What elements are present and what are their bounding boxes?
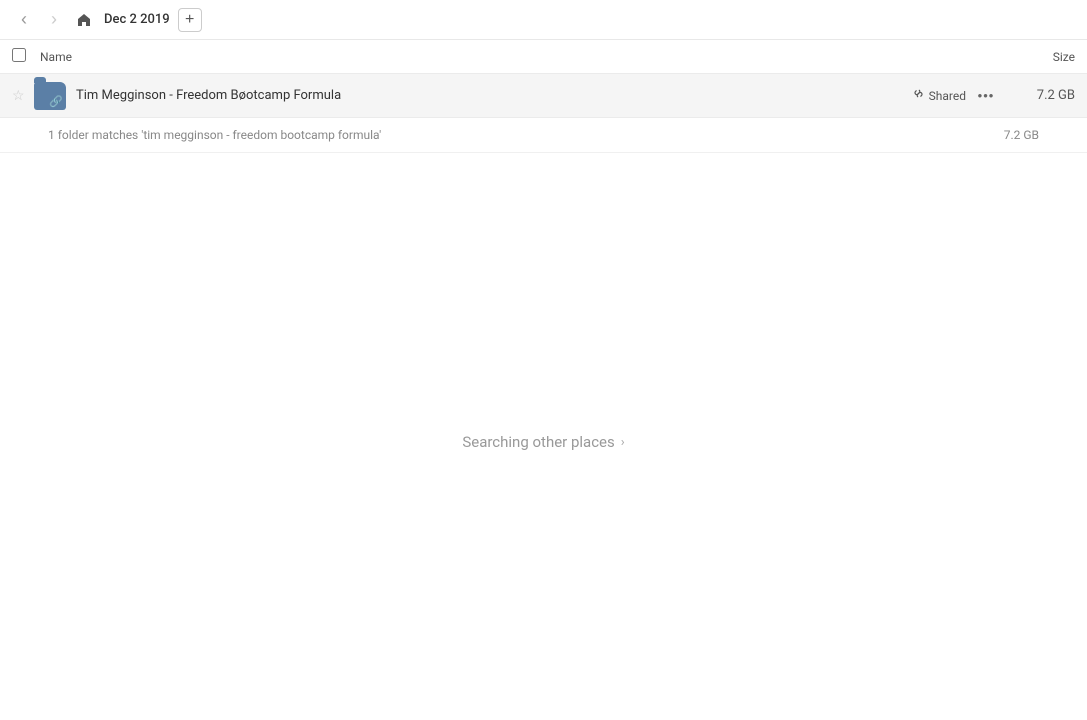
- shared-link-icon: [912, 87, 925, 104]
- search-result-size: 7.2 GB: [1004, 128, 1039, 142]
- shared-label: Shared: [929, 89, 966, 103]
- size-column-header: Size: [995, 50, 1075, 64]
- file-row[interactable]: ☆ 🔗 Tim Megginson - Freedom Bøotcamp For…: [0, 74, 1087, 118]
- home-icon: [76, 12, 92, 28]
- nav-controls: ‹ ›: [12, 8, 96, 32]
- folder-link-symbol: 🔗: [49, 95, 63, 108]
- search-results-info: 1 folder matches 'tim megginson - freedo…: [0, 118, 1087, 153]
- file-name: Tim Megginson - Freedom Bøotcamp Formula: [76, 88, 912, 103]
- searching-label: Searching other places: [462, 433, 614, 451]
- toolbar: ‹ › Dec 2 2019 +: [0, 0, 1087, 40]
- matches-text: 1 folder matches 'tim megginson - freedo…: [48, 128, 381, 142]
- file-size: 7.2 GB: [1010, 88, 1075, 103]
- select-all-checkbox[interactable]: [12, 48, 40, 65]
- more-options-button[interactable]: •••: [974, 84, 998, 108]
- back-button[interactable]: ‹: [12, 8, 36, 32]
- add-button[interactable]: +: [178, 8, 202, 32]
- name-column-header: Name: [40, 50, 995, 64]
- searching-other-places: Searching other places ›: [0, 433, 1087, 451]
- home-button[interactable]: [72, 8, 96, 32]
- breadcrumb: Dec 2 2019: [104, 12, 170, 27]
- column-headers: Name Size: [0, 40, 1087, 74]
- plus-icon: +: [185, 12, 194, 28]
- folder-icon: 🔗: [32, 78, 68, 114]
- star-icon[interactable]: ☆: [12, 88, 32, 104]
- shared-badge: Shared: [912, 87, 966, 104]
- checkbox-input[interactable]: [12, 48, 26, 62]
- forward-button[interactable]: ›: [42, 8, 66, 32]
- chevron-right-icon: ›: [621, 435, 625, 450]
- forward-arrow-icon: ›: [51, 9, 57, 30]
- back-arrow-icon: ‹: [21, 9, 27, 30]
- more-icon: •••: [978, 88, 995, 103]
